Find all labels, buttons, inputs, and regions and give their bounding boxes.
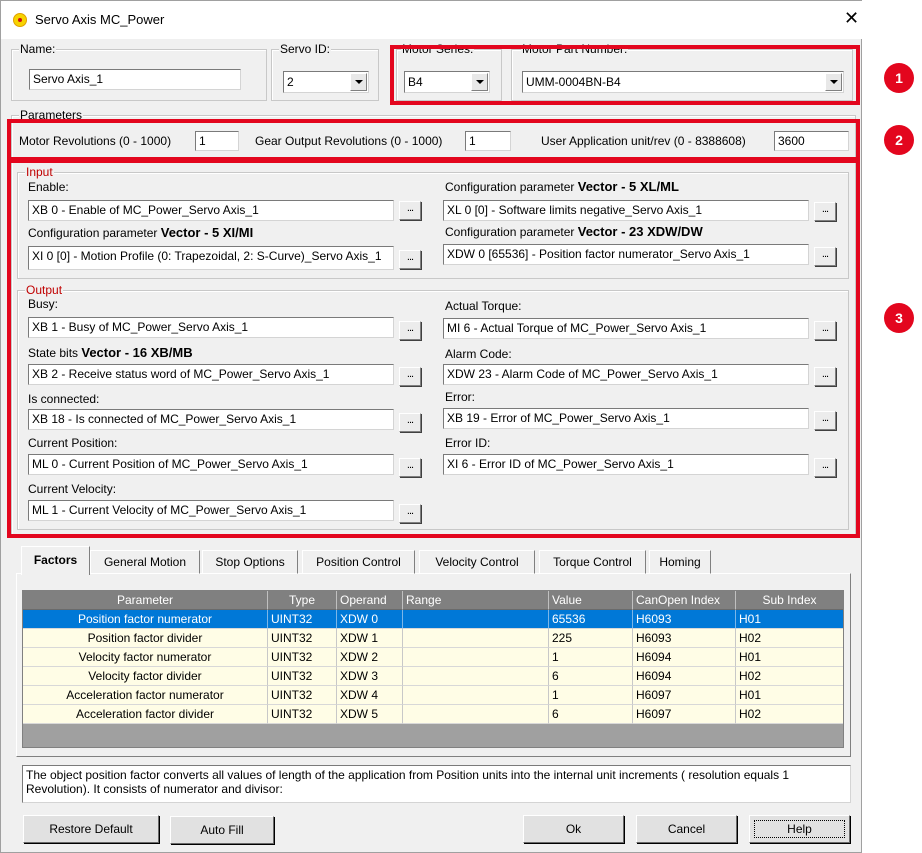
column-header[interactable]: Operand [337, 591, 403, 610]
table-cell[interactable]: UINT32 [268, 686, 337, 705]
table-cell[interactable] [403, 686, 549, 705]
table-cell[interactable]: H6094 [633, 648, 736, 667]
callout-box-3 [7, 159, 860, 538]
table-cell[interactable]: 1 [549, 686, 633, 705]
table-cell[interactable]: H6093 [633, 610, 736, 629]
name-input[interactable]: Servo Axis_1 [29, 69, 241, 90]
tab-stop-options[interactable]: Stop Options [202, 550, 298, 574]
column-header[interactable]: Range [403, 591, 549, 610]
table-cell[interactable]: XDW 3 [337, 667, 403, 686]
column-header[interactable]: CanOpen Index [633, 591, 736, 610]
table-cell[interactable]: Acceleration factor numerator [23, 686, 268, 705]
table-cell[interactable]: Velocity factor divider [23, 667, 268, 686]
callout-badge-2: 2 [884, 125, 914, 155]
callout-box-1 [390, 45, 860, 105]
servo-id-value: 2 [287, 75, 294, 89]
table-cell[interactable]: H01 [736, 686, 843, 705]
parameter-description: The object position factor converts all … [22, 765, 851, 803]
table-cell[interactable]: XDW 2 [337, 648, 403, 667]
table-row[interactable]: Position factor numerator UINT32 XDW 0 6553… [23, 610, 843, 629]
table-cell[interactable]: H02 [736, 629, 843, 648]
table-cell[interactable]: UINT32 [268, 648, 337, 667]
table-cell[interactable]: XDW 0 [337, 610, 403, 629]
tab-position-control[interactable]: Position Control [302, 550, 415, 574]
table-cell[interactable]: H6093 [633, 629, 736, 648]
tab-velocity-control[interactable]: Velocity Control [419, 550, 535, 574]
table-cell[interactable]: 65536 [549, 610, 633, 629]
table-cell[interactable]: UINT32 [268, 629, 337, 648]
table-cell[interactable]: H01 [736, 648, 843, 667]
servo-id-select[interactable]: 2 [283, 71, 369, 93]
table-cell[interactable]: H02 [736, 705, 843, 724]
factors-table[interactable]: Parameter Type Operand Range Value CanOp… [22, 590, 844, 748]
table-row[interactable]: Velocity factor divider UINT32 XDW 3 6 H6094… [23, 667, 843, 686]
table-cell[interactable]: XDW 1 [337, 629, 403, 648]
auto-fill-button[interactable]: Auto Fill [170, 816, 274, 844]
table-row[interactable]: Acceleration factor divider UINT32 XDW 56H… [23, 705, 843, 724]
table-cell[interactable] [403, 705, 549, 724]
chevron-down-icon[interactable] [350, 73, 367, 91]
table-cell[interactable] [403, 648, 549, 667]
servo-id-label: Servo ID: [279, 42, 332, 56]
tab-general-motion[interactable]: General Motion [90, 550, 200, 574]
name-label: Name: [19, 42, 57, 56]
table-cell[interactable]: Position factor numerator [23, 610, 268, 629]
close-icon[interactable]: ✕ [844, 9, 859, 27]
cancel-button[interactable]: Cancel [636, 815, 737, 843]
tab-homing[interactable]: Homing [649, 550, 711, 574]
table-cell[interactable]: H02 [736, 667, 843, 686]
table-row[interactable]: Position factor divider UINT32 XDW 1 225 H60… [23, 629, 843, 648]
app-icon [13, 13, 27, 27]
column-header[interactable]: Type [268, 591, 337, 610]
table-cell[interactable]: H01 [736, 610, 843, 629]
table-cell[interactable] [403, 610, 549, 629]
callout-box-2 [7, 119, 860, 161]
help-button[interactable]: Help [749, 815, 850, 843]
table-cell[interactable]: H6097 [633, 705, 736, 724]
table-cell[interactable]: 6 [549, 705, 633, 724]
tab-torque-control[interactable]: Torque Control [539, 550, 646, 574]
table-cell[interactable]: 225 [549, 629, 633, 648]
tab-factors[interactable]: Factors [21, 546, 90, 575]
ok-button[interactable]: Ok [523, 815, 624, 843]
table-row[interactable]: Velocity factor numerator UINT32 XDW 2 1 H60… [23, 648, 843, 667]
table-row[interactable]: Acceleration factor numerator UINT32 XDW 4… [23, 686, 843, 705]
table-cell[interactable]: UINT32 [268, 705, 337, 724]
callout-badge-1: 1 [884, 63, 914, 93]
window-title: Servo Axis MC_Power [35, 12, 165, 27]
table-cell[interactable] [403, 629, 549, 648]
restore-default-button[interactable]: Restore Default [23, 815, 159, 843]
table-cell[interactable]: H6097 [633, 686, 736, 705]
column-header[interactable]: Parameter [23, 591, 268, 610]
table-cell[interactable]: XDW 5 [337, 705, 403, 724]
table-cell[interactable]: Position factor divider [23, 629, 268, 648]
table-cell[interactable]: Acceleration factor divider [23, 705, 268, 724]
column-header[interactable]: Value [549, 591, 633, 610]
table-cell[interactable]: 6 [549, 667, 633, 686]
table-cell[interactable]: Velocity factor numerator [23, 648, 268, 667]
table-cell[interactable]: UINT32 [268, 610, 337, 629]
table-cell[interactable]: XDW 4 [337, 686, 403, 705]
title-bar: Servo Axis MC_Power ✕ [1, 1, 863, 39]
table-cell[interactable]: H6094 [633, 667, 736, 686]
callout-badge-3: 3 [884, 303, 914, 333]
column-header[interactable]: Sub Index [736, 591, 843, 610]
table-header: Parameter Type Operand Range Value CanOp… [23, 591, 843, 610]
table-cell[interactable] [403, 667, 549, 686]
table-cell[interactable]: UINT32 [268, 667, 337, 686]
table-cell[interactable]: 1 [549, 648, 633, 667]
